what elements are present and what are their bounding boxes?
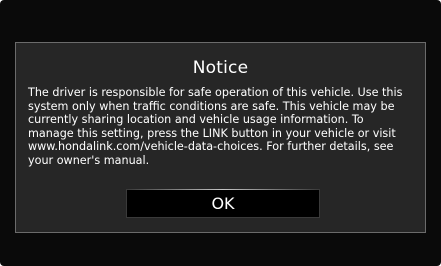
notice-message-line: www.hondalink.com/vehicle-data-choices. … [28,140,394,153]
notice-message: The driver is responsible for safe opera… [28,86,418,167]
dialog-title: Notice [192,58,249,78]
display-screen: Notice The driver is responsible for saf… [0,0,441,266]
ok-button[interactable]: OK [126,189,320,218]
notice-message-line: system only when traffic conditions are … [28,99,395,113]
notice-message-line: The driver is responsible for safe opera… [28,86,403,99]
notice-message-line: manage this setting, press the LINK butt… [28,126,396,140]
notice-message-line: currently sharing location and vehicle u… [28,113,364,126]
notice-message-line: your owner's manual. [28,153,150,167]
notice-dialog: Notice The driver is responsible for saf… [15,42,426,233]
